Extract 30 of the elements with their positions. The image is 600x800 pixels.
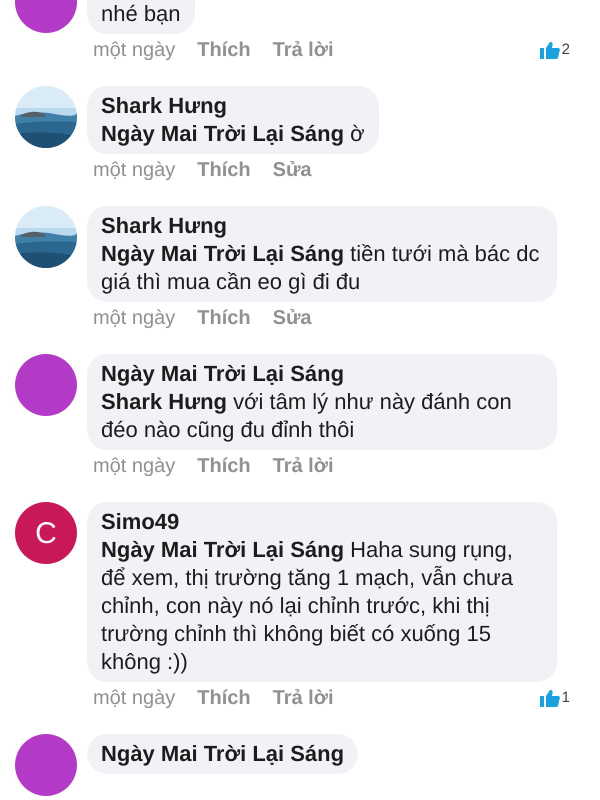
reply-link[interactable]: Trả lời [272, 683, 334, 713]
comment-text: Ngày Mai Trời Lại Sáng ờ [101, 120, 365, 148]
comment-author[interactable]: Shark Hưng [101, 92, 365, 120]
like-link[interactable]: Thích [197, 303, 251, 333]
like-link[interactable]: Thích [197, 35, 251, 65]
avatar: C [15, 502, 77, 564]
thumbs-up-icon [540, 689, 560, 707]
reply-link[interactable]: Trả lời [272, 451, 334, 481]
reply-link[interactable]: Sửa [272, 303, 312, 333]
like-count: 1 [562, 688, 570, 708]
comment-time: một ngày [93, 306, 176, 331]
thumbs-up-icon [540, 41, 560, 59]
comment-author[interactable]: Shark Hưng [101, 212, 543, 240]
comment-author[interactable]: Ngày Mai Trời Lại Sáng [101, 740, 344, 768]
comment-text: Shark Hưng với tâm lý như này đánh con đéo nào cũng đu đỉnh thôi [101, 388, 513, 444]
comment-time: một ngày [93, 158, 176, 183]
comment-text: nhé bạn [101, 0, 181, 28]
comment-text: Ngày Mai Trời Lại Sáng tiền tưới mà bác dc giá thì mua cần eo gì đi đu [101, 240, 540, 296]
comment-time: một ngày [93, 38, 176, 63]
comment-time: một ngày [93, 686, 176, 711]
like-link[interactable]: Thích [197, 451, 251, 481]
like-link[interactable]: Thích [197, 155, 251, 185]
reply-link[interactable]: Sửa [272, 155, 312, 185]
comment-author[interactable]: Ngày Mai Trời Lại Sáng [101, 360, 543, 388]
comment-text: Ngày Mai Trời Lại Sáng Haha sung rụng, để xem, thị trường tăng 1 mạch, vẫn chưa chỉnh, con này nó lại chỉnh trước, khi thị trường chỉnh thì không biết có xuống 15 không :)) [101, 536, 514, 676]
like-link[interactable]: Thích [197, 683, 251, 713]
comment-time: một ngày [93, 454, 176, 479]
like-count: 2 [562, 40, 570, 60]
reply-link[interactable]: Trả lời [272, 35, 334, 65]
comment-author[interactable]: Simo49 [101, 508, 543, 536]
